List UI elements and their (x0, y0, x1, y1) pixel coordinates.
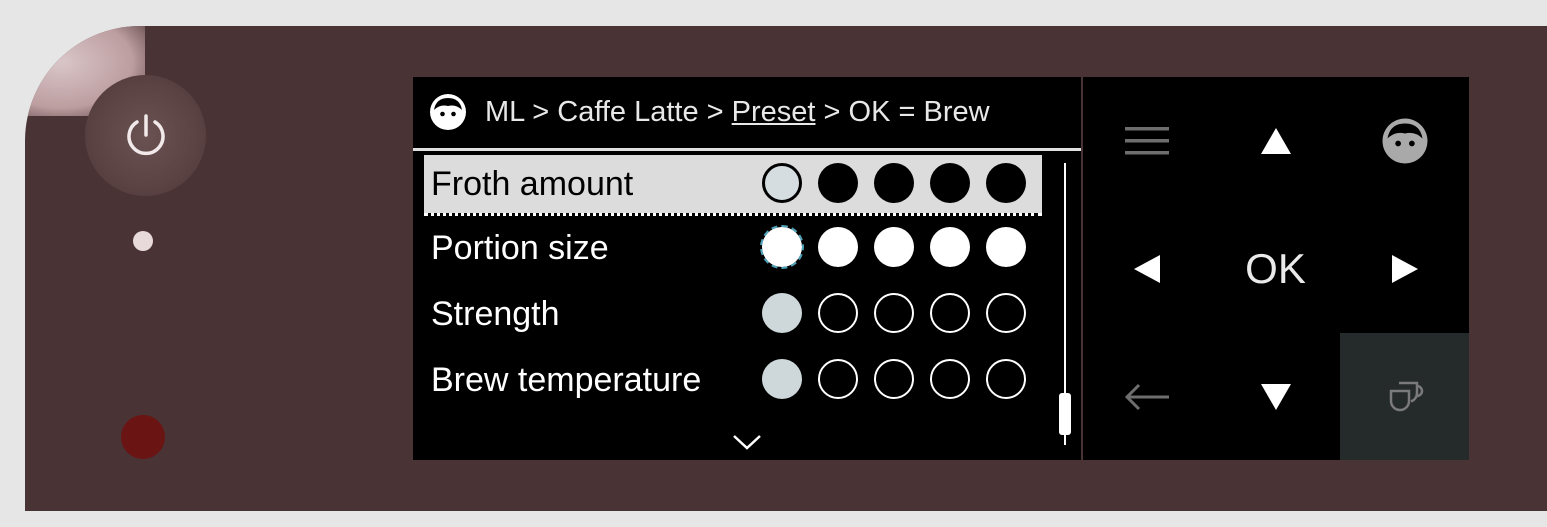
up-button[interactable] (1211, 77, 1340, 205)
level-dot[interactable] (930, 359, 970, 399)
profile-button[interactable] (1340, 77, 1469, 205)
level-dot[interactable] (874, 227, 914, 267)
setting-label: Brew temperature (431, 361, 702, 399)
setting-label: Strength (431, 295, 560, 333)
power-icon (126, 113, 165, 155)
setting-row-brew-temperature[interactable]: Brew temperature (424, 351, 1042, 409)
level-dot[interactable] (930, 293, 970, 333)
level-dot[interactable] (762, 359, 802, 399)
level-dot[interactable] (930, 227, 970, 267)
level-dot[interactable] (986, 163, 1026, 203)
arrow-left-icon (1134, 255, 1160, 283)
power-button[interactable] (85, 75, 206, 196)
arrow-up-icon (1260, 128, 1291, 154)
level-dot[interactable] (874, 293, 914, 333)
back-arrow-icon (1124, 383, 1169, 410)
scrollbar-thumb[interactable] (1059, 393, 1071, 435)
setting-row-froth-amount[interactable]: Froth amount (424, 155, 1042, 213)
arrow-down-icon (1260, 383, 1291, 410)
setting-label: Froth amount (431, 165, 634, 203)
brew-button[interactable] (1340, 333, 1469, 460)
ok-label: OK (1245, 245, 1306, 292)
level-dot[interactable] (930, 163, 970, 203)
down-button[interactable] (1211, 333, 1340, 460)
breadcrumb-tail: > OK = Brew (815, 95, 990, 128)
display-screen: ML > Caffe Latte > Preset > OK = Brew Fr… (413, 77, 1081, 460)
power-indicator-led (133, 231, 153, 251)
setting-row-strength[interactable]: Strength (424, 285, 1042, 343)
level-dot[interactable] (818, 227, 858, 267)
selection-underline (424, 213, 1042, 216)
level-dot[interactable] (818, 163, 858, 203)
face-icon (430, 94, 466, 130)
breadcrumb: ML > Caffe Latte > Preset > OK = Brew (413, 77, 1081, 147)
level-dot[interactable] (986, 227, 1026, 267)
left-button[interactable] (1083, 205, 1211, 333)
chevron-down-icon[interactable] (731, 432, 763, 452)
level-dot[interactable] (986, 359, 1026, 399)
menu-button[interactable] (1083, 77, 1211, 205)
level-dot[interactable] (818, 293, 858, 333)
header-divider (413, 148, 1081, 151)
breadcrumb-text: ML > Caffe Latte > Preset > OK = Brew (485, 96, 990, 129)
ok-button[interactable]: OK (1211, 205, 1340, 333)
cups-icon (1389, 381, 1423, 411)
level-dot[interactable] (818, 359, 858, 399)
arrow-right-icon (1391, 255, 1418, 283)
keypad: OK (1083, 77, 1469, 460)
breadcrumb-preset-link[interactable]: Preset (732, 96, 816, 128)
level-dot[interactable] (762, 293, 802, 333)
breadcrumb-path: ML > Caffe Latte > (485, 95, 732, 128)
level-dot[interactable] (762, 163, 802, 203)
status-led (121, 415, 165, 459)
menu-icon (1125, 127, 1169, 155)
level-dot[interactable] (874, 359, 914, 399)
face-icon (1382, 118, 1427, 164)
back-button[interactable] (1083, 333, 1211, 460)
setting-row-portion-size[interactable]: Portion size (424, 219, 1042, 277)
setting-label: Portion size (431, 229, 609, 267)
level-dot[interactable] (760, 225, 804, 269)
level-dot[interactable] (874, 163, 914, 203)
level-dot[interactable] (986, 293, 1026, 333)
right-button[interactable] (1340, 205, 1469, 333)
